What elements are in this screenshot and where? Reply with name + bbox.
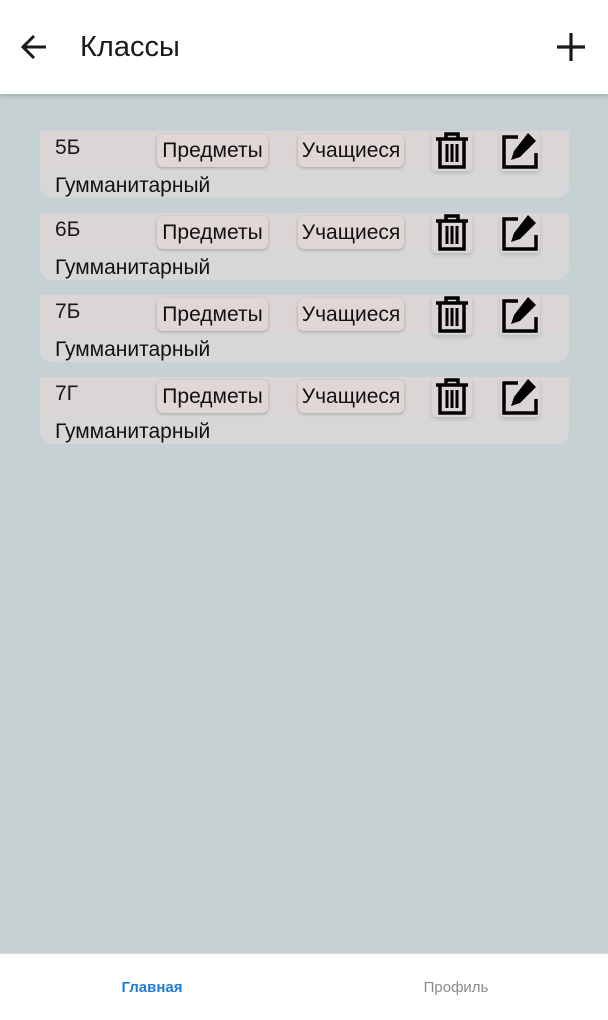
students-button[interactable]: Учащиеся xyxy=(298,134,404,167)
delete-button[interactable] xyxy=(432,295,472,335)
edit-icon xyxy=(502,215,538,251)
add-class-button[interactable] xyxy=(550,27,592,67)
students-button[interactable]: Учащиеся xyxy=(298,298,404,331)
students-button[interactable]: Учащиеся xyxy=(298,216,404,249)
edit-button[interactable] xyxy=(500,213,540,253)
edit-button[interactable] xyxy=(500,295,540,335)
trash-icon xyxy=(436,378,468,415)
class-list: 5Б Предметы Учащиеся Гумманитарный 6Б Пр… xyxy=(40,131,569,459)
class-card: 6Б Предметы Учащиеся Гумманитарный xyxy=(40,213,569,280)
trash-icon xyxy=(436,296,468,333)
delete-button[interactable] xyxy=(432,377,472,417)
plus-icon xyxy=(557,33,585,61)
class-name: 5Б xyxy=(55,136,81,159)
class-profile: Гумманитарный xyxy=(55,256,211,279)
trash-icon xyxy=(436,132,468,169)
bottom-navigation: Главная Профиль xyxy=(0,953,608,1020)
class-card: 7Б Предметы Учащиеся Гумманитарный xyxy=(40,295,569,362)
trash-icon xyxy=(436,214,468,251)
class-profile: Гумманитарный xyxy=(55,420,211,443)
class-card: 7Г Предметы Учащиеся Гумманитарный xyxy=(40,377,569,444)
page-title: Классы xyxy=(80,31,180,63)
class-profile: Гумманитарный xyxy=(55,174,211,197)
nav-home[interactable]: Главная xyxy=(0,954,304,1020)
class-name: 6Б xyxy=(55,218,81,241)
edit-icon xyxy=(502,133,538,169)
subjects-button[interactable]: Предметы xyxy=(157,216,268,249)
subjects-button[interactable]: Предметы xyxy=(157,298,268,331)
edit-icon xyxy=(502,297,538,333)
subjects-button[interactable]: Предметы xyxy=(157,380,268,413)
subjects-button[interactable]: Предметы xyxy=(157,134,268,167)
back-button[interactable] xyxy=(14,27,54,67)
edit-icon xyxy=(502,379,538,415)
arrow-left-icon xyxy=(20,34,46,60)
class-card: 5Б Предметы Учащиеся Гумманитарный xyxy=(40,131,569,198)
class-profile: Гумманитарный xyxy=(55,338,211,361)
edit-button[interactable] xyxy=(500,377,540,417)
students-button[interactable]: Учащиеся xyxy=(298,380,404,413)
delete-button[interactable] xyxy=(432,131,472,171)
class-name: 7Г xyxy=(55,382,79,405)
delete-button[interactable] xyxy=(432,213,472,253)
nav-profile[interactable]: Профиль xyxy=(304,954,608,1020)
app-bar: Классы xyxy=(0,0,608,94)
edit-button[interactable] xyxy=(500,131,540,171)
class-name: 7Б xyxy=(55,300,81,323)
